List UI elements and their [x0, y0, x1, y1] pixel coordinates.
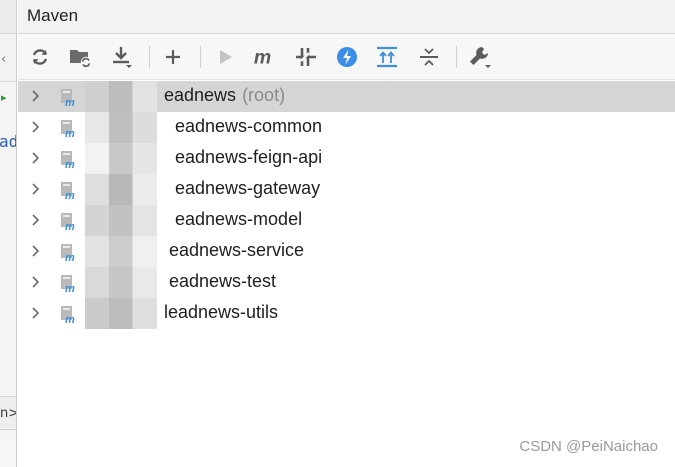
reload-button[interactable]: [27, 44, 53, 70]
module-name: eadnews (root): [164, 85, 285, 106]
chevron-right-icon[interactable]: [27, 305, 43, 321]
module-name-text: eadnews-model: [175, 209, 303, 229]
collapse-all-button[interactable]: [416, 44, 442, 70]
tree-row[interactable]: m eadnews-gateway: [18, 174, 675, 205]
maven-module-icon: m: [61, 213, 75, 231]
tree-row[interactable]: m eadnews-model: [18, 205, 675, 236]
show-dependencies-icon: [377, 46, 397, 68]
tree-row[interactable]: m leadnews-utils: [18, 298, 675, 329]
root-suffix: (root): [242, 85, 286, 105]
module-name: eadnews-test: [169, 271, 276, 292]
tree-row[interactable]: m eadnews-feign-api: [18, 143, 675, 174]
run-maven-build-button[interactable]: [212, 44, 238, 70]
toolbar-separator: [200, 46, 201, 68]
maven-goal-icon: m: [254, 47, 271, 69]
chevron-right-icon[interactable]: [27, 119, 43, 135]
redacted-region: [85, 112, 157, 143]
chevron-right-icon[interactable]: [27, 243, 43, 259]
maven-panel-header: Maven: [18, 0, 675, 34]
maven-toolbar: m: [18, 34, 675, 80]
module-name: eadnews-model: [175, 209, 302, 230]
chevron-left-icon[interactable]: ‹: [1, 52, 6, 67]
svg-text:m: m: [65, 314, 75, 324]
tree-row[interactable]: m eadnews-common: [18, 112, 675, 143]
module-name-text: eadnews-common: [175, 116, 323, 136]
show-dependencies-button[interactable]: [374, 44, 400, 70]
editor-code-fragment: ad: [0, 132, 16, 151]
maven-module-icon: m: [61, 120, 75, 138]
svg-text:m: m: [65, 283, 75, 293]
run-gutter-icon[interactable]: ▸: [1, 91, 7, 104]
generate-sources-icon: [70, 50, 92, 68]
module-name: eadnews-common: [175, 116, 322, 137]
svg-text:m: m: [65, 97, 75, 107]
module-name: eadnews-gateway: [175, 178, 320, 199]
svg-text:m: m: [254, 47, 271, 69]
chevron-right-icon[interactable]: [27, 181, 43, 197]
editor-bottom-edge: [0, 438, 16, 467]
svg-text:m: m: [65, 190, 75, 200]
maven-module-icon: m: [61, 275, 75, 293]
toggle-offline-button[interactable]: [293, 44, 319, 70]
redacted-region: [85, 298, 157, 329]
reload-icon: [32, 49, 48, 65]
watermark: CSDN @PeiNaichao: [519, 438, 658, 455]
skip-tests-icon: [337, 47, 357, 67]
toolbar-separator: [456, 46, 457, 68]
module-name-text: eadnews-feign-api: [175, 147, 323, 167]
module-name-text: eadnews-test: [169, 271, 277, 291]
settings-wrench-icon: [470, 47, 491, 68]
tree-row[interactable]: m eadnews (root): [18, 81, 675, 112]
tree-row[interactable]: m eadnews-service: [18, 236, 675, 267]
skip-tests-button[interactable]: [334, 44, 360, 70]
chevron-right-icon[interactable]: [27, 274, 43, 290]
maven-tool-window: Maven m m eadnews (root) m eadnews-commo…: [18, 0, 675, 467]
module-name: eadnews-feign-api: [175, 147, 322, 168]
generate-sources-button[interactable]: [67, 44, 93, 70]
toolbar-separator: [149, 46, 150, 68]
download-sources-button[interactable]: [109, 44, 135, 70]
svg-text:m: m: [65, 159, 75, 169]
redacted-region: [85, 143, 157, 174]
module-name-text: leadnews-utils: [164, 302, 279, 322]
tree-row[interactable]: m eadnews-test: [18, 267, 675, 298]
maven-module-icon: m: [61, 244, 75, 262]
maven-module-icon: m: [61, 89, 75, 107]
module-name: leadnews-utils: [164, 302, 278, 323]
redacted-region: [85, 236, 157, 267]
toggle-offline-icon: [296, 48, 316, 66]
plus-icon: [166, 50, 180, 64]
chevron-right-icon[interactable]: [27, 88, 43, 104]
maven-settings-button[interactable]: [467, 44, 493, 70]
svg-text:m: m: [65, 128, 75, 138]
download-icon: [113, 47, 132, 68]
collapse-all-icon: [420, 48, 438, 66]
svg-text:m: m: [65, 252, 75, 262]
module-name-text: eadnews-service: [169, 240, 305, 260]
maven-module-icon: m: [61, 182, 75, 200]
module-name-text: eadnews: [164, 85, 237, 105]
run-icon: [220, 50, 232, 64]
redacted-region: [85, 81, 157, 112]
chevron-right-icon[interactable]: [27, 212, 43, 228]
module-name-text: eadnews-gateway: [175, 178, 321, 198]
redacted-region: [85, 174, 157, 205]
editor-tabbar-edge: [0, 0, 16, 34]
svg-text:m: m: [65, 221, 75, 231]
maven-module-icon: m: [61, 151, 75, 169]
panel-title: Maven: [27, 6, 79, 25]
redacted-region: [85, 205, 157, 236]
module-name: eadnews-service: [169, 240, 304, 261]
editor-breadcrumb-fragment[interactable]: n>: [0, 396, 16, 430]
editor-edge: ‹ ▸ ad n>: [0, 0, 17, 467]
maven-module-icon: m: [61, 306, 75, 324]
redacted-region: [85, 267, 157, 298]
add-maven-project-button[interactable]: [160, 44, 186, 70]
execute-maven-goal-button[interactable]: m: [252, 44, 278, 70]
chevron-right-icon[interactable]: [27, 150, 43, 166]
